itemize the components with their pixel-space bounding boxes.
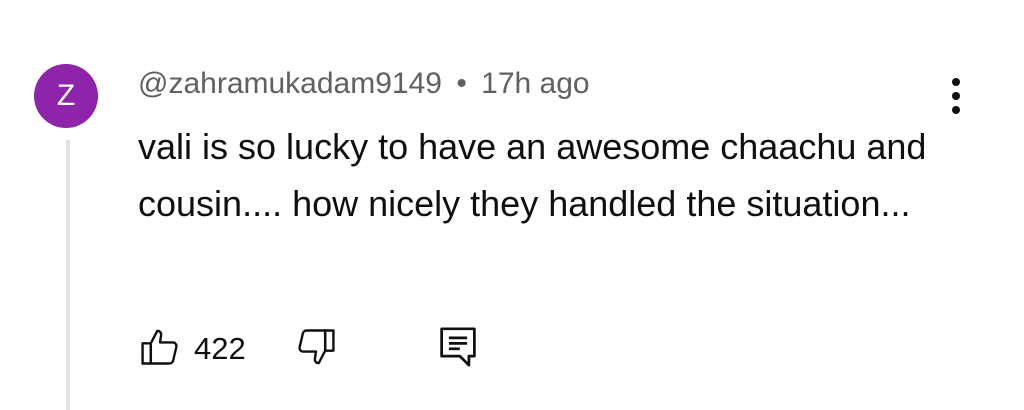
like-count: 422 [194,331,246,366]
avatar[interactable]: Z [34,64,98,128]
reply-comment-icon [438,325,478,374]
author-handle[interactable]: @zahramukadam9149 [138,67,442,100]
like-button[interactable]: 422 [138,325,246,374]
reply-button[interactable] [438,325,478,374]
meta-separator: • [456,67,467,100]
more-vertical-icon[interactable] [944,74,968,118]
comment-timestamp[interactable]: 17h ago [481,67,589,100]
dislike-button[interactable] [294,325,338,374]
thread-line [66,140,70,410]
thumbs-down-icon [294,325,338,374]
comment-text: vali is so lucky to have an awesome chaa… [138,126,927,224]
comment-item: Z @zahramukadam9149 • 17h ago vali is so… [0,0,1024,410]
thumbs-up-icon [138,325,182,374]
comment-meta: @zahramukadam9149 • 17h ago [138,62,590,106]
avatar-letter: Z [56,79,76,112]
comment-actions: 422 [138,324,478,374]
